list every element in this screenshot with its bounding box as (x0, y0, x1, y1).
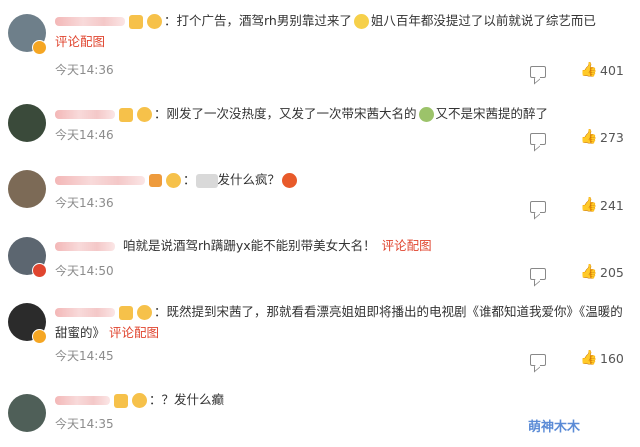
watermark: 萌神木木 (528, 420, 581, 435)
timestamp: 今天14:50 (55, 264, 114, 278)
comment-text: ：发什么疯？ (55, 169, 628, 191)
username-redacted[interactable] (55, 396, 110, 405)
like-count: 205 (600, 265, 624, 280)
comment-image-link[interactable]: 评论配图 (55, 34, 105, 49)
emoji-icon (132, 393, 147, 408)
fan-badge-icon (129, 14, 143, 29)
timestamp: 今天14:36 (55, 196, 114, 210)
thumbs-up-icon[interactable]: 👍 (580, 197, 597, 213)
verified-badge-icon (32, 40, 47, 55)
username-redacted[interactable] (55, 110, 115, 119)
fan-badge-icon (119, 305, 133, 320)
emoji-icon (137, 107, 152, 122)
comment-text-continued: 甜蜜的》 评论配图 (55, 325, 160, 340)
comment-text: ：既然提到宋茜了，那就看看漂亮姐姐即将播出的电视剧《谁都知道我爱你》《温暖的 (55, 301, 628, 323)
facepalm-emoji-icon (418, 107, 434, 122)
fan-badge-icon (119, 107, 133, 122)
username-redacted[interactable] (55, 242, 115, 251)
like-count: 273 (600, 130, 624, 145)
thumbs-up-icon[interactable]: 👍 (580, 350, 597, 366)
emoji-icon (166, 173, 181, 188)
verified-badge-icon (32, 263, 47, 278)
like-count: 401 (600, 63, 624, 78)
angry-emoji-icon (282, 173, 298, 188)
timestamp: 今天14:45 (55, 349, 114, 363)
comment-icon[interactable] (530, 268, 546, 280)
username-redacted[interactable] (55, 308, 115, 317)
laugh-cry-emoji-icon (353, 14, 369, 29)
comment-text: ：刚发了一次没热度，又发了一次带宋茜大名的 又不是宋茜提的醉了 (55, 103, 628, 125)
comment-icon[interactable] (530, 133, 546, 145)
comment-image-link[interactable]: 评论配图 (109, 325, 159, 340)
like-count: 241 (600, 198, 624, 213)
timestamp: 今天14:36 (55, 63, 114, 77)
avatar[interactable] (8, 170, 46, 208)
username-redacted[interactable] (55, 17, 125, 26)
avatar[interactable] (8, 104, 46, 142)
fan-badge-icon (114, 393, 128, 408)
comment-image-link[interactable]: 评论配图 (382, 238, 432, 253)
fan-badge-icon (149, 174, 162, 187)
comment-text: ：？发什么癫 (55, 389, 628, 411)
thumbs-up-icon[interactable]: 👍 (580, 264, 597, 280)
emoji-icon (137, 305, 152, 320)
comment-text: 咱就是说酒驾rh蹒跚yx能不能别带美女大名！ 评论配图 (55, 235, 628, 257)
avatar[interactable] (8, 394, 46, 432)
thumbs-up-icon[interactable]: 👍 (580, 62, 597, 78)
timestamp: 今天14:35 (55, 417, 114, 431)
timestamp: 今天14:46 (55, 128, 114, 142)
emoji-icon (147, 14, 162, 29)
comment-icon[interactable] (530, 354, 546, 366)
comment-text: ：打个广告，酒驾rh男别靠过来了 姐八百年都没提过了以前就说了综艺而已 (55, 10, 628, 32)
comment-icon[interactable] (530, 201, 546, 213)
thumbs-up-icon[interactable]: 👍 (580, 129, 597, 145)
comment-text-continued: 评论配图 (55, 31, 628, 53)
comment-icon[interactable] (530, 66, 546, 78)
verified-badge-icon (32, 329, 47, 344)
redacted-text (195, 173, 218, 188)
like-count: 160 (600, 351, 624, 366)
username-redacted[interactable] (55, 176, 145, 185)
